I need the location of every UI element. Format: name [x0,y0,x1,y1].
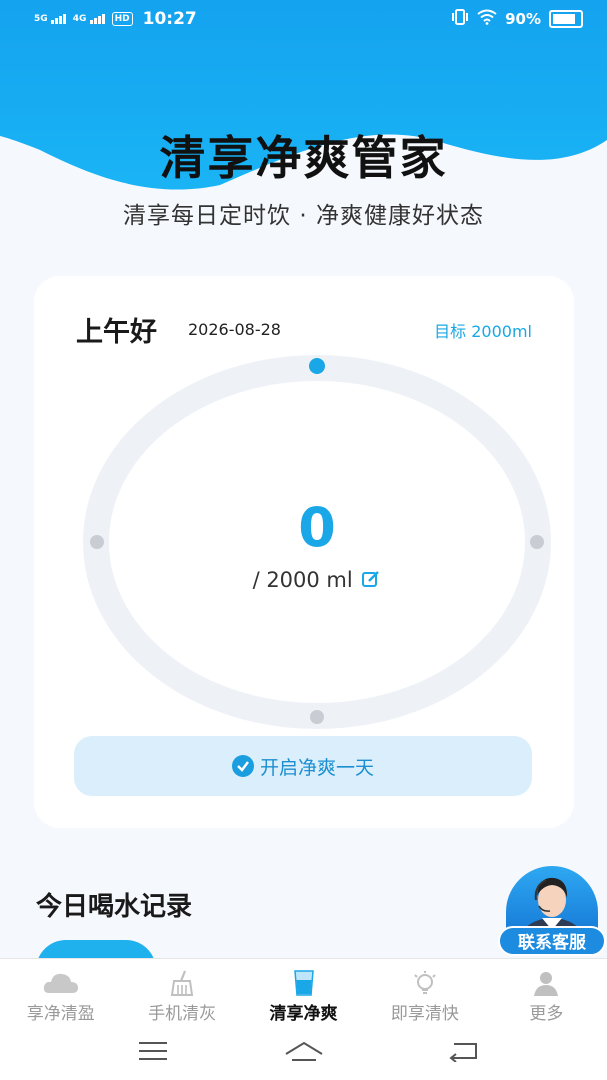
signal-icon: 4G [73,14,106,24]
battery-percent: 90% [505,10,541,28]
progress-ring: 0 / 2000 ml [82,354,552,730]
battery-icon [549,10,583,28]
tab-cleanup[interactable]: 享净清盈 [0,959,121,1029]
goal-label[interactable]: 目标 2000ml [434,318,532,342]
ring-dot-bottom [310,710,324,724]
customer-service-button[interactable]: 联系客服 [498,866,606,958]
system-nav-bar [0,1028,607,1080]
status-time: 10:27 [142,9,197,29]
hd-badge: HD [111,12,133,26]
check-circle-icon [231,755,254,777]
cloud-icon [41,969,81,997]
broom-icon [168,969,196,997]
signal-icon: 5G [34,14,67,24]
app-title: 清享净爽管家 [159,131,448,185]
app-subtitle: 清享每日定时饮 · 净爽健康好状态 [123,203,484,229]
water-cup-icon [293,969,315,997]
person-icon [532,969,560,997]
tab-more[interactable]: 更多 [486,959,607,1029]
edit-icon[interactable] [361,569,381,594]
tab-water[interactable]: 清享净爽 [243,959,364,1029]
lightbulb-icon [411,969,439,997]
ring-dot-top [309,358,325,374]
tab-label: 更多 [529,1004,564,1024]
start-day-label: 开启净爽一天 [259,756,374,779]
current-intake: 0 [298,496,336,559]
tab-label: 手机清灰 [148,1004,217,1024]
date-label: 2026-08-28 [188,320,281,339]
bottom-tab-bar: 享净清盈 手机清灰 清享净爽 即享清快 更多 [0,958,607,1029]
greeting: 上午好 [76,317,157,348]
menu-icon[interactable] [138,1040,168,1066]
customer-service-label: 联系客服 [498,926,606,956]
intake-total: / 2000 ml [82,568,552,594]
start-day-button[interactable]: 开启净爽一天 [74,736,532,796]
tab-label: 清享净爽 [269,1004,338,1024]
status-bar: 5G 4G HD 10:27 90% [0,0,607,38]
tab-label: 即享清快 [390,1004,459,1024]
water-tracker-card: 上午好 2026-08-28 目标 2000ml 0 / 2000 ml 开启净… [34,276,574,828]
tab-label: 享净清盈 [26,1004,95,1024]
back-icon[interactable] [448,1040,478,1066]
vibrate-icon [451,9,469,29]
records-title: 今日喝水记录 [36,892,193,922]
wifi-icon [477,9,497,29]
tab-quick[interactable]: 即享清快 [364,959,485,1029]
home-icon[interactable] [284,1040,324,1068]
tab-dust[interactable]: 手机清灰 [121,959,242,1029]
intake-total-text: / 2000 ml [252,568,353,592]
